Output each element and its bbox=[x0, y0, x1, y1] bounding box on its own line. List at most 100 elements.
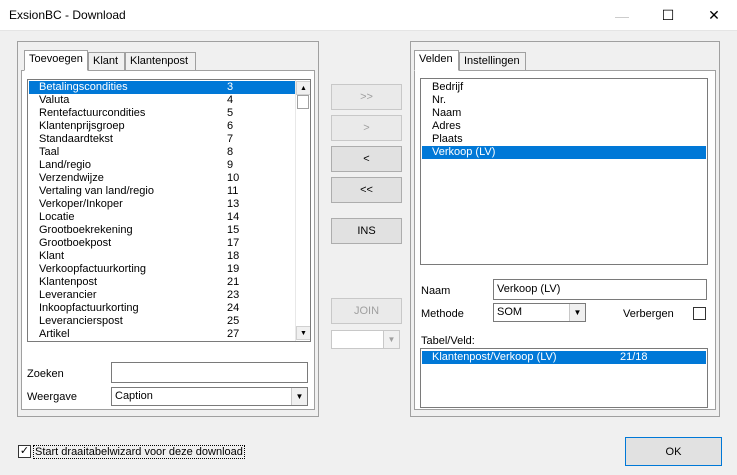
check-icon: ✓ bbox=[19, 445, 30, 457]
window-title: ExsionBC - Download bbox=[9, 8, 126, 22]
list-item-name: Verkoopfactuurkorting bbox=[39, 263, 147, 275]
pivot-wizard-label[interactable]: Start draaitabelwizard voor deze downloa… bbox=[33, 445, 245, 459]
list-item[interactable]: Klantenprijsgroep 6 bbox=[29, 120, 295, 133]
list-item-number: 6 bbox=[227, 120, 234, 132]
list-item-number: 8 bbox=[227, 146, 234, 158]
list-item-number: 5 bbox=[227, 107, 234, 119]
list-item-number: 24 bbox=[227, 302, 240, 314]
fields-listbox[interactable]: Bedrijf Nr. Naam Adres Plaats Verkoop (LV) bbox=[420, 78, 708, 265]
ins-button[interactable]: INS bbox=[331, 218, 402, 244]
list-item[interactable]: Verzendwijze 10 bbox=[29, 172, 295, 185]
scroll-up-icon[interactable]: ▲ bbox=[296, 81, 310, 95]
field-item[interactable]: Adres bbox=[422, 120, 706, 133]
list-item-name: Artikel bbox=[39, 328, 70, 340]
display-label: Weergave bbox=[27, 391, 77, 403]
tab-instellingen[interactable]: Instellingen bbox=[459, 52, 526, 71]
join-button[interactable]: JOIN bbox=[331, 298, 402, 324]
field-item[interactable]: Plaats bbox=[422, 133, 706, 146]
list-item[interactable]: Klant 18 bbox=[29, 250, 295, 263]
list-item[interactable]: Grootboekpost 17 bbox=[29, 237, 295, 250]
name-input[interactable]: Verkoop (LV) bbox=[493, 279, 707, 300]
list-item-number: 11 bbox=[227, 185, 239, 197]
list-item-name: Verkoper/Inkoper bbox=[39, 198, 123, 210]
list-item-number: 15 bbox=[227, 224, 240, 236]
add-all-button[interactable]: >> bbox=[331, 84, 402, 110]
field-item[interactable]: Nr. bbox=[422, 94, 706, 107]
list-item-number: 9 bbox=[227, 159, 234, 171]
list-item[interactable]: Inkoopfactuurkorting 24 bbox=[29, 302, 295, 315]
list-item[interactable]: Verkoper/Inkoper 13 bbox=[29, 198, 295, 211]
list-item-number: 14 bbox=[227, 211, 240, 223]
list-item[interactable]: Vertaling van land/regio 11 bbox=[29, 185, 295, 198]
list-item[interactable]: Rentefactuurcondities 5 bbox=[29, 107, 295, 120]
tab-toevoegen[interactable]: Toevoegen bbox=[24, 50, 88, 71]
list-item-number: 25 bbox=[227, 315, 240, 327]
field-item-name: Verkoop (LV) bbox=[432, 146, 496, 158]
list-item-name: Grootboekrekening bbox=[39, 224, 133, 236]
list-item-name: Leverancierspost bbox=[39, 315, 123, 327]
table-field-item[interactable]: Klantenpost/Verkoop (LV) 21/18 bbox=[422, 351, 706, 364]
field-item-name: Adres bbox=[432, 120, 461, 132]
tab-klantenpost[interactable]: Klantenpost bbox=[125, 52, 196, 71]
list-item[interactable]: Taal 8 bbox=[29, 146, 295, 159]
remove-button[interactable]: < bbox=[331, 146, 402, 172]
search-label: Zoeken bbox=[27, 368, 64, 380]
list-item-number: 4 bbox=[227, 94, 234, 106]
join-select[interactable]: ▼ bbox=[331, 330, 400, 349]
list-item-name: Leverancier bbox=[39, 289, 97, 301]
tab-klant[interactable]: Klant bbox=[88, 52, 125, 71]
list-item-name: Vertaling van land/regio bbox=[39, 185, 154, 197]
field-item[interactable]: Naam bbox=[422, 107, 706, 120]
list-item-name: Inkoopfactuurkorting bbox=[39, 302, 139, 314]
maximize-icon[interactable]: ☐ bbox=[645, 0, 691, 31]
list-item-name: Standaardtekst bbox=[39, 133, 113, 145]
close-icon[interactable]: ✕ bbox=[691, 0, 737, 31]
list-item-name: Klant bbox=[39, 250, 65, 262]
list-item-name: Land/regio bbox=[39, 159, 91, 171]
ok-button[interactable]: OK bbox=[625, 437, 722, 466]
scroll-down-icon[interactable]: ▼ bbox=[296, 326, 310, 340]
hide-label: Verbergen bbox=[623, 308, 674, 320]
tab-velden[interactable]: Velden bbox=[414, 50, 459, 71]
field-item[interactable]: Bedrijf bbox=[422, 81, 706, 94]
list-item-number: 18 bbox=[227, 250, 240, 262]
field-item-name: Bedrijf bbox=[432, 81, 464, 93]
method-select[interactable]: SOM ▼ bbox=[493, 303, 586, 322]
list-item[interactable]: Leverancierspost 25 bbox=[29, 315, 295, 328]
table-listbox[interactable]: Betalingscondities 3 Valuta 4 Rentefactuurco… bbox=[27, 79, 311, 342]
list-item[interactable]: Leverancier 23 bbox=[29, 289, 295, 302]
chevron-down-icon[interactable]: ▼ bbox=[291, 388, 307, 405]
list-item[interactable]: Land/regio 9 bbox=[29, 159, 295, 172]
chevron-down-icon[interactable]: ▼ bbox=[383, 331, 399, 348]
list-item-number: 27 bbox=[227, 328, 240, 340]
fields-list: Bedrijf Nr. Naam Adres Plaats Verkoop (LV) bbox=[422, 81, 706, 159]
method-select-value: SOM bbox=[497, 306, 523, 318]
scroll-thumb[interactable] bbox=[297, 95, 309, 109]
list-item[interactable]: Valuta 4 bbox=[29, 94, 295, 107]
list-item[interactable]: Grootboekrekening 15 bbox=[29, 224, 295, 237]
list-item[interactable]: Locatie 14 bbox=[29, 211, 295, 224]
search-input[interactable] bbox=[111, 362, 308, 383]
table-field-list: Klantenpost/Verkoop (LV) 21/18 bbox=[422, 351, 706, 364]
vertical-scrollbar[interactable]: ▲ ▼ bbox=[295, 80, 310, 341]
list-item-number: 23 bbox=[227, 289, 240, 301]
display-select[interactable]: Caption ▼ bbox=[111, 387, 308, 406]
field-item[interactable]: Verkoop (LV) bbox=[422, 146, 706, 159]
table-field-listbox[interactable]: Klantenpost/Verkoop (LV) 21/18 bbox=[420, 348, 708, 408]
list-item-name: Taal bbox=[39, 146, 60, 158]
field-item-name: Naam bbox=[432, 107, 462, 119]
add-button[interactable]: > bbox=[331, 115, 402, 141]
chevron-down-icon[interactable]: ▼ bbox=[569, 304, 585, 321]
list-item[interactable]: Artikel 27 bbox=[29, 328, 295, 341]
list-item-name: Locatie bbox=[39, 211, 75, 223]
hide-checkbox[interactable] bbox=[693, 307, 706, 320]
remove-all-button[interactable]: << bbox=[331, 177, 402, 203]
list-item[interactable]: Betalingscondities 3 bbox=[29, 81, 295, 94]
name-label: Naam bbox=[421, 285, 451, 297]
list-item[interactable]: Klantenpost 21 bbox=[29, 276, 295, 289]
pivot-wizard-checkbox[interactable]: ✓ bbox=[18, 445, 31, 458]
list-item[interactable]: Standaardtekst 7 bbox=[29, 133, 295, 146]
display-select-value: Caption bbox=[115, 390, 153, 402]
list-item-name: Grootboekpost bbox=[39, 237, 112, 249]
list-item[interactable]: Verkoopfactuurkorting 19 bbox=[29, 263, 295, 276]
